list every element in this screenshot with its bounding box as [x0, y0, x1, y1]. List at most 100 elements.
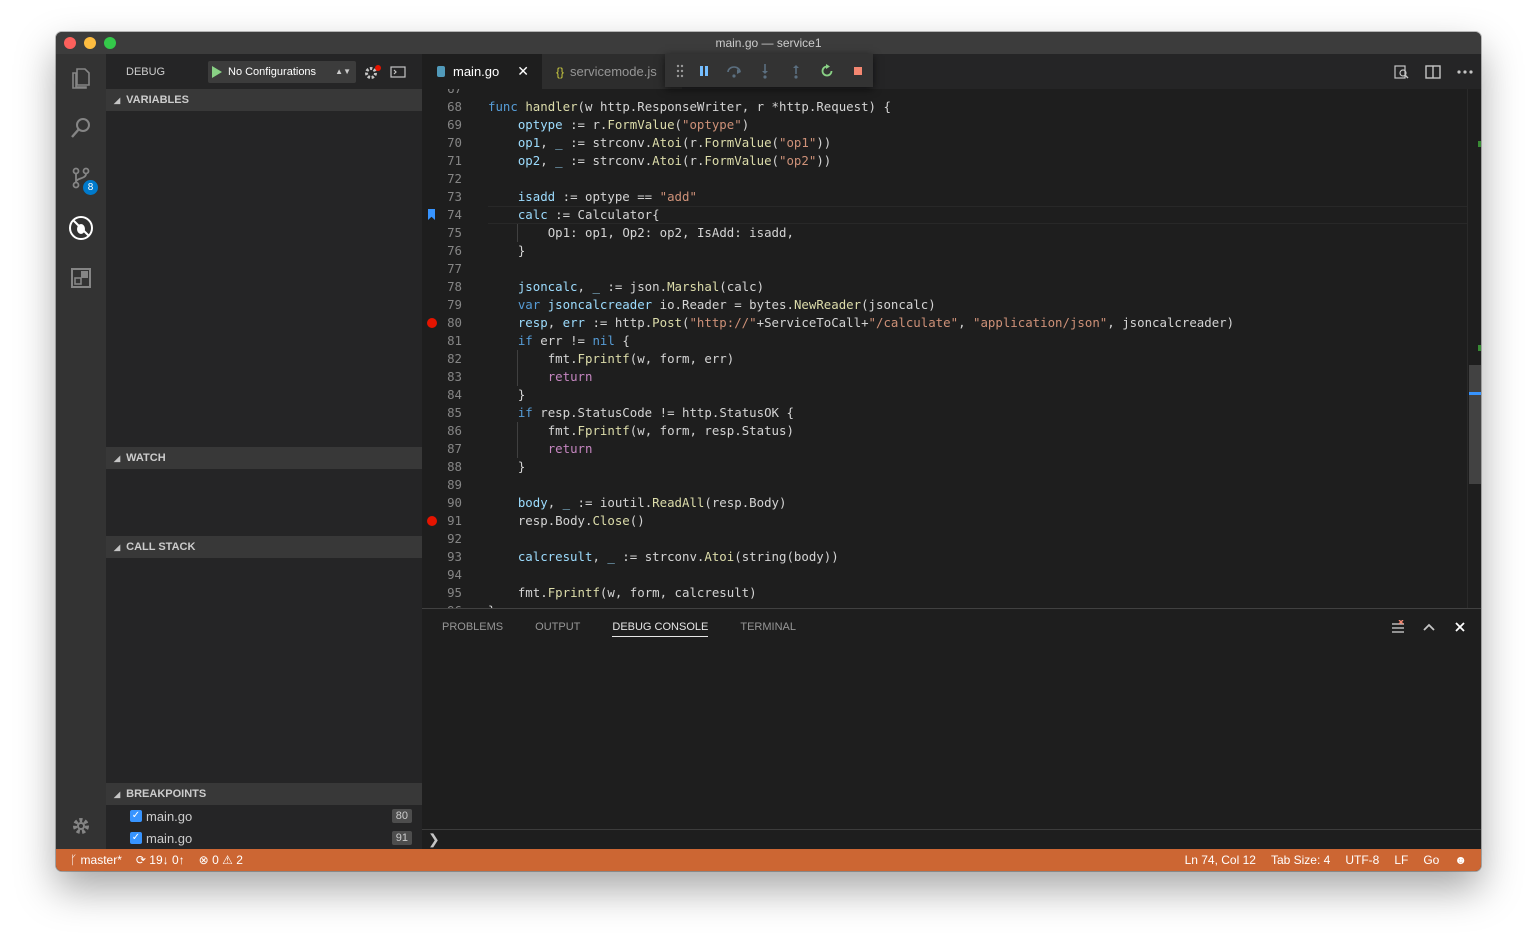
- close-window-button[interactable]: [64, 37, 76, 49]
- breakpoint-checkbox[interactable]: ✓: [130, 810, 142, 822]
- tab-debug-console[interactable]: DEBUG CONSOLE: [612, 617, 709, 637]
- code-text: op2, _ := strconv.Atoi(r.FormValue("op2"…: [517, 153, 832, 168]
- close-panel-icon[interactable]: [1444, 609, 1475, 645]
- step-out-icon[interactable]: [781, 55, 812, 87]
- debug-settings-gear-icon[interactable]: [364, 64, 382, 80]
- watch-body: [106, 469, 422, 536]
- step-over-icon[interactable]: [719, 55, 750, 87]
- stop-icon[interactable]: [842, 55, 873, 87]
- branch-name: master*: [80, 853, 122, 867]
- line-number: 80: [447, 315, 462, 330]
- code-line[interactable]: 88 }: [422, 458, 1481, 476]
- breakpoint-item[interactable]: ✓ main.go 91: [106, 827, 422, 849]
- cursor-position[interactable]: Ln 74, Col 12: [1185, 853, 1256, 867]
- code-text: if resp.StatusCode != http.StatusOK {: [517, 405, 794, 420]
- code-text: if err != nil {: [517, 333, 630, 348]
- tab-output[interactable]: OUTPUT: [535, 621, 580, 633]
- line-number: 68: [447, 99, 462, 114]
- code-line[interactable]: 70 op1, _ := strconv.Atoi(r.FormValue("o…: [422, 134, 1481, 152]
- files-icon[interactable]: [56, 58, 106, 98]
- code-line[interactable]: 81 if err != nil {: [422, 332, 1481, 350]
- clear-console-icon[interactable]: [1382, 609, 1413, 645]
- code-line[interactable]: 67: [422, 89, 1481, 98]
- code-line[interactable]: 69 optype := r.FormValue("optype"): [422, 116, 1481, 134]
- code-line[interactable]: 76 }: [422, 242, 1481, 260]
- watch-section-header[interactable]: ◢ WATCH: [106, 447, 422, 469]
- code-line[interactable]: 84 }: [422, 386, 1481, 404]
- debug-console-input[interactable]: ❯: [422, 829, 1481, 849]
- pause-icon[interactable]: [688, 55, 719, 87]
- feedback-smiley-icon[interactable]: ☻: [1454, 853, 1467, 867]
- code-line[interactable]: 71 op2, _ := strconv.Atoi(r.FormValue("o…: [422, 152, 1481, 170]
- code-line[interactable]: 77: [422, 260, 1481, 278]
- breakpoint-checkbox[interactable]: ✓: [130, 832, 142, 844]
- settings-gear-icon[interactable]: [56, 806, 106, 846]
- search-icon[interactable]: [56, 108, 106, 148]
- editor-area: main.go ✕ {} servicemode.js 68 func hand…: [422, 54, 1481, 849]
- minimize-window-button[interactable]: [84, 37, 96, 49]
- source-control-icon[interactable]: 8: [56, 158, 106, 198]
- code-line[interactable]: 93 calcresult, _ := strconv.Atoi(string(…: [422, 548, 1481, 566]
- breakpoints-title: BREAKPOINTS: [126, 788, 207, 800]
- code-line[interactable]: 83 return: [422, 368, 1481, 386]
- step-into-icon[interactable]: [750, 55, 781, 87]
- code-line[interactable]: 74 calc := Calculator{: [422, 206, 1481, 224]
- line-ending[interactable]: LF: [1394, 853, 1408, 867]
- code-line[interactable]: 79 var jsoncalcreader io.Reader = bytes.…: [422, 296, 1481, 314]
- code-line[interactable]: 90 body, _ := ioutil.ReadAll(resp.Body): [422, 494, 1481, 512]
- restart-icon[interactable]: [811, 55, 842, 87]
- breakpoint-item[interactable]: ✓ main.go 80: [106, 805, 422, 827]
- code-line[interactable]: 94: [422, 566, 1481, 584]
- error-count: 0: [212, 853, 219, 867]
- code-line[interactable]: 95 fmt.Fprintf(w, form, calcresult): [422, 584, 1481, 602]
- code-line[interactable]: 68 func handler(w http.ResponseWriter, r …: [422, 98, 1481, 116]
- tab-problems[interactable]: PROBLEMS: [442, 621, 503, 633]
- start-debug-icon[interactable]: [212, 65, 222, 78]
- code-editor[interactable]: 6768 func handler(w http.ResponseWriter, …: [422, 89, 1481, 608]
- tab-terminal[interactable]: TERMINAL: [740, 621, 796, 633]
- breakpoints-section-header[interactable]: ◢ BREAKPOINTS: [106, 783, 422, 805]
- debug-console-toggle-icon[interactable]: [390, 65, 406, 79]
- tab-main-go[interactable]: main.go ✕: [422, 54, 542, 89]
- code-line[interactable]: 72: [422, 170, 1481, 188]
- extensions-icon[interactable]: [56, 258, 106, 298]
- tab-size[interactable]: Tab Size: 4: [1271, 853, 1330, 867]
- tab-label: main.go: [453, 64, 500, 79]
- drag-handle-icon[interactable]: [671, 55, 688, 87]
- collapse-triangle-icon: ◢: [114, 542, 121, 552]
- problems-status[interactable]: ⊗ 0 ⚠ 2: [199, 853, 243, 867]
- zoom-window-button[interactable]: [104, 37, 116, 49]
- open-changes-icon[interactable]: [1385, 54, 1417, 89]
- variables-section-header[interactable]: ◢ VARIABLES: [106, 89, 422, 111]
- encoding[interactable]: UTF-8: [1345, 853, 1379, 867]
- debug-icon[interactable]: [56, 208, 106, 248]
- tab-servicemode[interactable]: {} servicemode.js: [542, 54, 682, 89]
- callstack-section-header[interactable]: ◢ CALL STACK: [106, 536, 422, 558]
- git-branch-icon: ᚴ: [70, 853, 78, 867]
- code-line[interactable]: 87 return: [422, 440, 1481, 458]
- code-line[interactable]: 85 if resp.StatusCode != http.StatusOK {: [422, 404, 1481, 422]
- sync-icon: ⟳: [135, 853, 146, 867]
- more-actions-icon[interactable]: [1449, 54, 1481, 89]
- maximize-panel-icon[interactable]: [1413, 609, 1444, 645]
- git-branch[interactable]: ᚴ master*: [70, 853, 122, 867]
- code-line[interactable]: 89: [422, 476, 1481, 494]
- code-line[interactable]: 86 fmt.Fprintf(w, form, resp.Status): [422, 422, 1481, 440]
- code-line[interactable]: 78 jsoncalc, _ := json.Marshal(calc): [422, 278, 1481, 296]
- code-line[interactable]: 75 Op1: op1, Op2: op2, IsAdd: isadd,: [422, 224, 1481, 242]
- split-editor-icon[interactable]: [1417, 54, 1449, 89]
- code-line[interactable]: 92: [422, 530, 1481, 548]
- code-text: body, _ := ioutil.ReadAll(resp.Body): [517, 495, 787, 510]
- language-mode[interactable]: Go: [1423, 853, 1439, 867]
- editor-scrollbar[interactable]: [1467, 89, 1481, 608]
- code-line[interactable]: 91 resp.Body.Close(): [422, 512, 1481, 530]
- code-text: fmt.Fprintf(w, form, calcresult): [517, 585, 757, 600]
- code-line[interactable]: 82 fmt.Fprintf(w, form, err): [422, 350, 1481, 368]
- close-tab-icon[interactable]: ✕: [517, 63, 529, 80]
- sync-status[interactable]: ⟳ 19↓ 0↑: [136, 853, 185, 867]
- code-line[interactable]: 73 isadd := optype == "add": [422, 188, 1481, 206]
- indent-guide: [516, 368, 518, 386]
- code-line[interactable]: 80 resp, err := http.Post("http://"+Serv…: [422, 314, 1481, 332]
- configuration-select[interactable]: No Configurations ▲▼: [208, 60, 356, 83]
- scrollbar-thumb[interactable]: [1469, 365, 1481, 484]
